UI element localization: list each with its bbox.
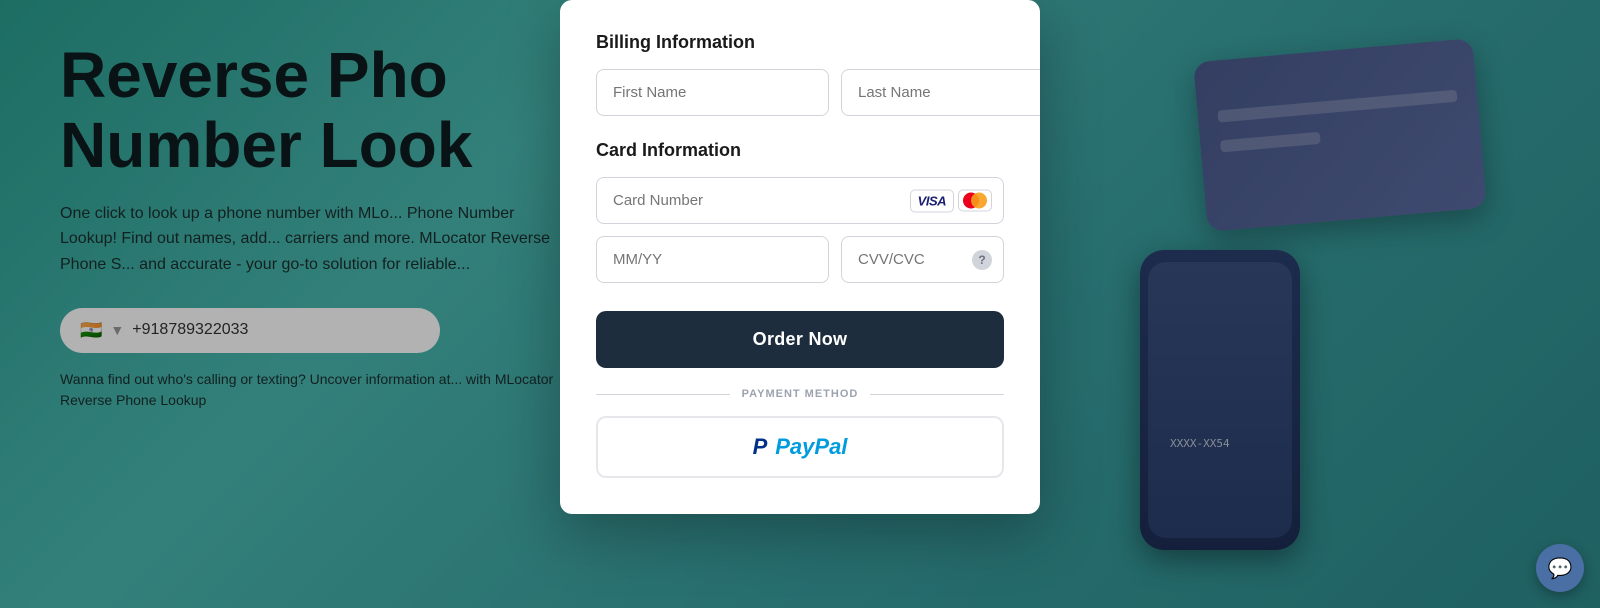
expiry-input[interactable] <box>596 236 829 283</box>
paypal-p-letter: P <box>753 434 768 460</box>
paypal-button[interactable]: P PayPal <box>596 416 1004 478</box>
last-name-input[interactable] <box>841 69 1040 116</box>
expiry-cvv-row: ? <box>596 236 1004 283</box>
billing-section-title: Billing Information <box>596 32 1004 53</box>
card-icons: VISA <box>910 189 992 212</box>
chat-button[interactable]: 💬 <box>1536 544 1584 592</box>
card-info-section: Card Information VISA <box>596 140 1004 283</box>
visa-icon: VISA <box>918 193 946 208</box>
paypal-label: PayPal <box>775 434 847 460</box>
card-number-wrap: VISA <box>596 177 1004 224</box>
payment-method-label: PAYMENT METHOD <box>742 388 859 400</box>
mastercard-icon <box>958 190 992 212</box>
first-name-input[interactable] <box>596 69 829 116</box>
payment-method-divider: PAYMENT METHOD <box>596 388 1004 400</box>
divider-left <box>596 394 730 395</box>
order-now-button[interactable]: Order Now <box>596 311 1004 368</box>
checkout-modal: Billing Information Card Information VIS… <box>560 0 1040 514</box>
name-row <box>596 69 1004 116</box>
cvv-help-icon[interactable]: ? <box>972 250 992 270</box>
divider-right <box>870 394 1004 395</box>
modal-overlay: Billing Information Card Information VIS… <box>0 0 1600 608</box>
cvv-wrap: ? <box>841 236 1004 283</box>
card-section-title: Card Information <box>596 140 1004 161</box>
